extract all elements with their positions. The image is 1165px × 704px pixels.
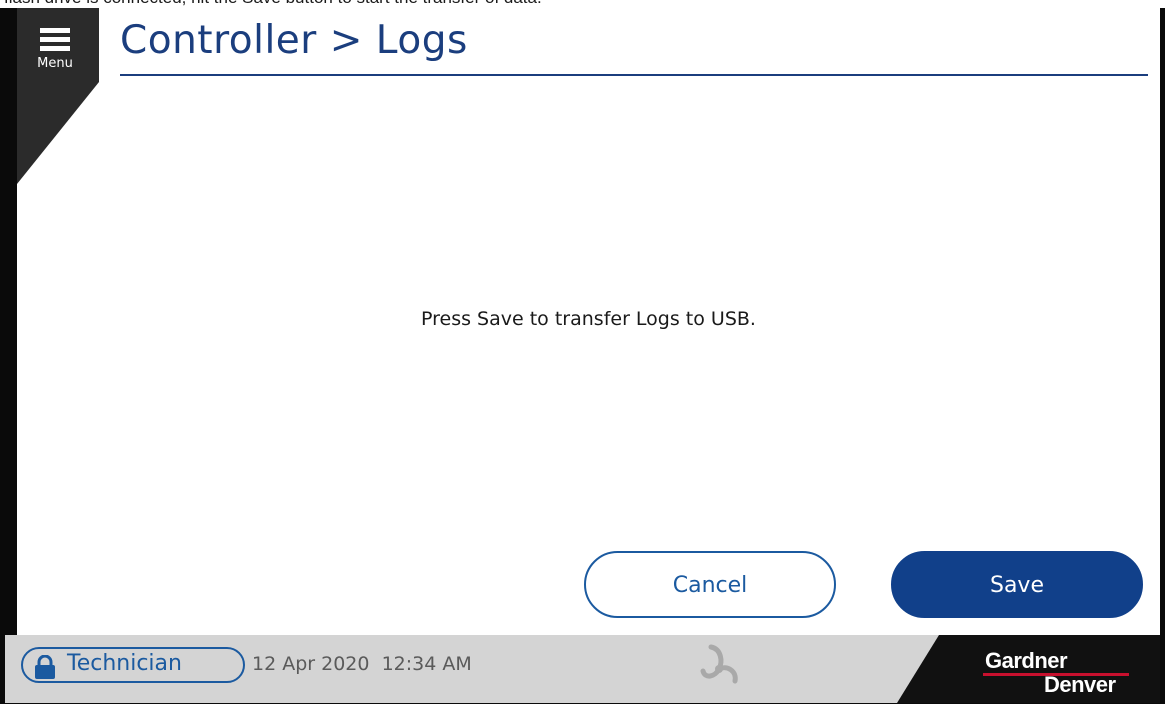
date-time: 12 Apr 2020 12:34 AM [252,653,472,675]
controller-screen: Menu Controller > Logs Press Save to tra… [0,8,1165,704]
gardner-denver-logo: Gardner Denver [897,635,1160,703]
logo-text-denver: Denver [1044,672,1116,697]
user-level-button[interactable]: Technician [21,647,245,683]
user-level-label: Technician [67,651,182,676]
instruction-banner: flash drive is connected, hit the Save b… [0,0,1165,8]
date-text: 12 Apr 2020 [252,653,370,675]
status-footer: Technician 12 Apr 2020 12:34 AM Gardner … [5,635,1160,703]
menu-label: Menu [37,56,73,71]
instruction-banner-text: flash drive is connected, hit the Save b… [4,0,542,8]
page-title: Controller > Logs [120,18,468,63]
cancel-button[interactable]: Cancel [584,551,836,618]
save-button[interactable]: Save [891,551,1143,618]
time-text: 12:34 AM [381,653,472,675]
instruction-message: Press Save to transfer Logs to USB. [421,308,756,330]
hamburger-icon [40,28,70,52]
menu-button[interactable]: Menu [29,24,81,76]
logo-text-gardner: Gardner [985,648,1068,673]
menu-tab: Menu [17,8,99,184]
lock-icon [35,655,55,679]
title-divider [120,74,1148,76]
connection-status-icon [700,644,738,684]
